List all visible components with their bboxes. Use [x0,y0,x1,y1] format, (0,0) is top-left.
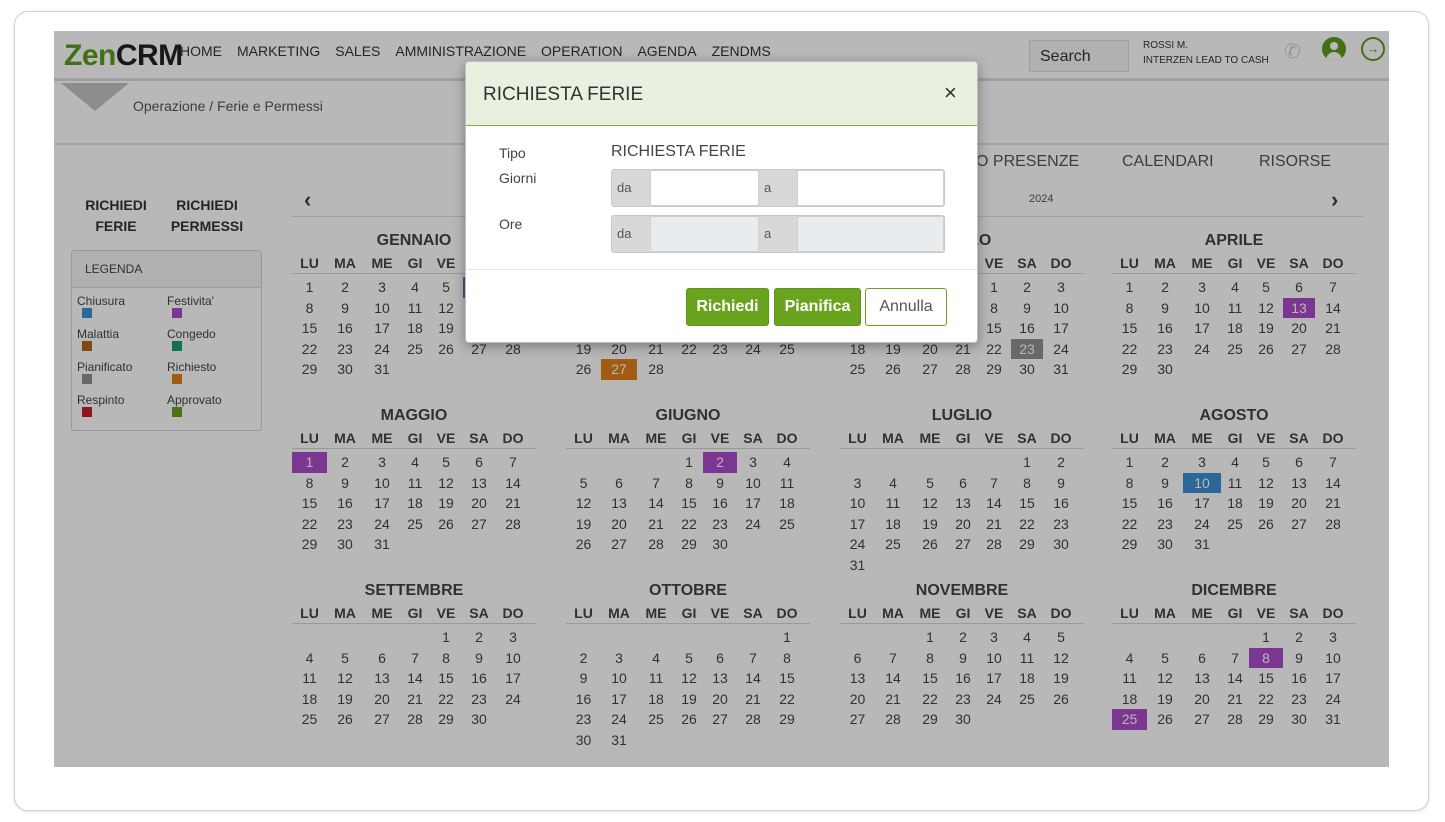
giorni-range: da a [611,169,945,207]
dialog-footer-divider [466,269,977,270]
pianifica-button[interactable]: Pianifica [774,288,861,326]
ore-a-input[interactable] [797,216,944,252]
close-icon[interactable]: × [944,82,957,104]
ore-range: da a [611,215,945,253]
giorni-a-addon: a [759,170,797,206]
giorni-a-input[interactable] [797,170,944,206]
giorni-da-input[interactable] [650,170,759,206]
dialog-header: RICHIESTA FERIE × [466,62,977,126]
ore-a-addon: a [759,216,797,252]
giorni-da-addon: da [612,170,650,206]
giorni-label: Giorni [499,170,537,186]
ore-da-addon: da [612,216,650,252]
richiesta-ferie-dialog: RICHIESTA FERIE × Tipo RICHIESTA FERIE G… [465,61,978,343]
ore-da-input[interactable] [650,216,759,252]
annulla-button[interactable]: Annulla [865,288,947,326]
tipo-label: Tipo [499,145,526,161]
richiedi-button[interactable]: Richiedi [686,288,769,326]
tipo-value: RICHIESTA FERIE [611,143,746,160]
dialog-title: RICHIESTA FERIE [483,84,644,105]
ore-label: Ore [499,216,523,232]
